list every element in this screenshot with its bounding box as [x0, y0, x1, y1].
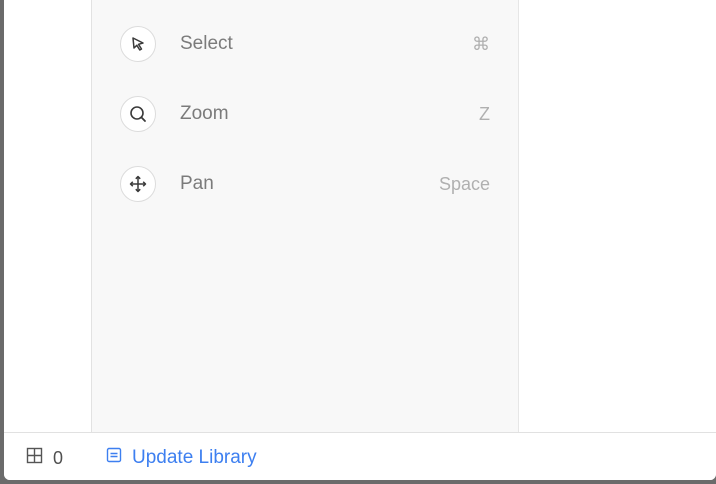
tool-label: Pan	[180, 173, 214, 194]
tool-pan[interactable]: Pan Space	[92, 162, 518, 206]
grid-icon	[26, 447, 43, 469]
count-value: 0	[53, 447, 64, 468]
cursor-icon	[120, 26, 156, 62]
tool-zoom[interactable]: Zoom Z	[92, 92, 518, 136]
app-window: Select ⌘ Zoom Z Pan Space 0 Update Libra…	[4, 0, 716, 480]
tool-label: Select	[180, 33, 233, 54]
tool-select[interactable]: Select ⌘	[92, 22, 518, 66]
tool-label: Zoom	[180, 103, 229, 124]
tool-shortcut: ⌘	[472, 33, 490, 54]
tool-shortcut: Space	[438, 173, 490, 194]
move-arrows-icon	[120, 166, 156, 202]
tool-menu-panel: Select ⌘ Zoom Z Pan Space	[92, 0, 519, 432]
left-sidebar	[4, 0, 92, 432]
library-doc-icon	[106, 447, 122, 469]
tool-shortcut: Z	[479, 103, 490, 124]
magnifier-icon	[120, 96, 156, 132]
update-library-link[interactable]: Update Library	[106, 447, 257, 469]
update-library-label: Update Library	[132, 447, 257, 468]
canvas-area[interactable]	[519, 0, 716, 432]
status-bar: 0 Update Library	[4, 432, 716, 480]
artboard-count[interactable]: 0	[26, 447, 63, 469]
